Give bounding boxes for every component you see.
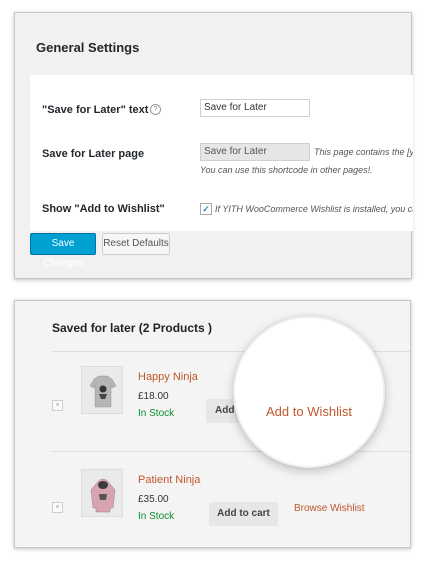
reset-defaults-button[interactable]: Reset Defaults [102, 233, 170, 255]
shortcode-usage-note: You can use this shortcode in other page… [200, 165, 373, 175]
help-icon[interactable]: ? [150, 104, 161, 115]
saved-for-later-title: Saved for later (2 Products ) [52, 321, 213, 335]
remove-item-icon[interactable]: × [52, 400, 63, 411]
magnifier-callout: Add to Wishlist [233, 316, 385, 468]
general-settings-title: General Settings [36, 40, 140, 55]
product-name-link[interactable]: Happy Ninja [138, 371, 198, 383]
save-for-later-page-label: Save for Later page [42, 148, 145, 160]
settings-form: "Save for Later" text ? Save for Later S… [30, 75, 413, 231]
product-name-link[interactable]: Patient Ninja [138, 474, 200, 486]
product-thumbnail[interactable] [81, 469, 123, 517]
saved-for-later-panel: Saved for later (2 Products ) × Happy Ni… [14, 300, 411, 548]
stock-status: In Stock [138, 511, 175, 522]
browse-wishlist-link[interactable]: Browse Wishlist [294, 503, 365, 514]
tshirt-icon [89, 375, 117, 408]
save-for-later-page-select[interactable]: Save for Later [200, 143, 310, 161]
product-price: £35.00 [138, 494, 169, 505]
page-shortcode-description: This page contains the [yith_ws [314, 147, 413, 157]
product-thumbnail[interactable] [81, 366, 123, 414]
product-price: £18.00 [138, 391, 169, 402]
show-add-to-wishlist-checkbox[interactable]: ✓ [200, 203, 212, 215]
stock-status: In Stock [138, 408, 175, 419]
show-add-to-wishlist-label: Show "Add to Wishlist" [42, 203, 165, 215]
hoodie-icon [90, 478, 116, 513]
save-changes-button[interactable]: Save Changes [30, 233, 96, 269]
general-settings-panel: General Settings "Save for Later" text ?… [14, 12, 413, 279]
add-to-cart-button[interactable]: Add to cart [209, 502, 278, 526]
save-for-later-text-input[interactable]: Save for Later [200, 99, 310, 117]
wishlist-description: If YITH WooCommerce Wishlist is installe… [215, 204, 413, 214]
save-for-later-text-label: "Save for Later" text [42, 104, 149, 116]
add-to-wishlist-link[interactable]: Add to Wishlist [235, 404, 383, 419]
remove-item-icon[interactable]: × [52, 502, 63, 513]
